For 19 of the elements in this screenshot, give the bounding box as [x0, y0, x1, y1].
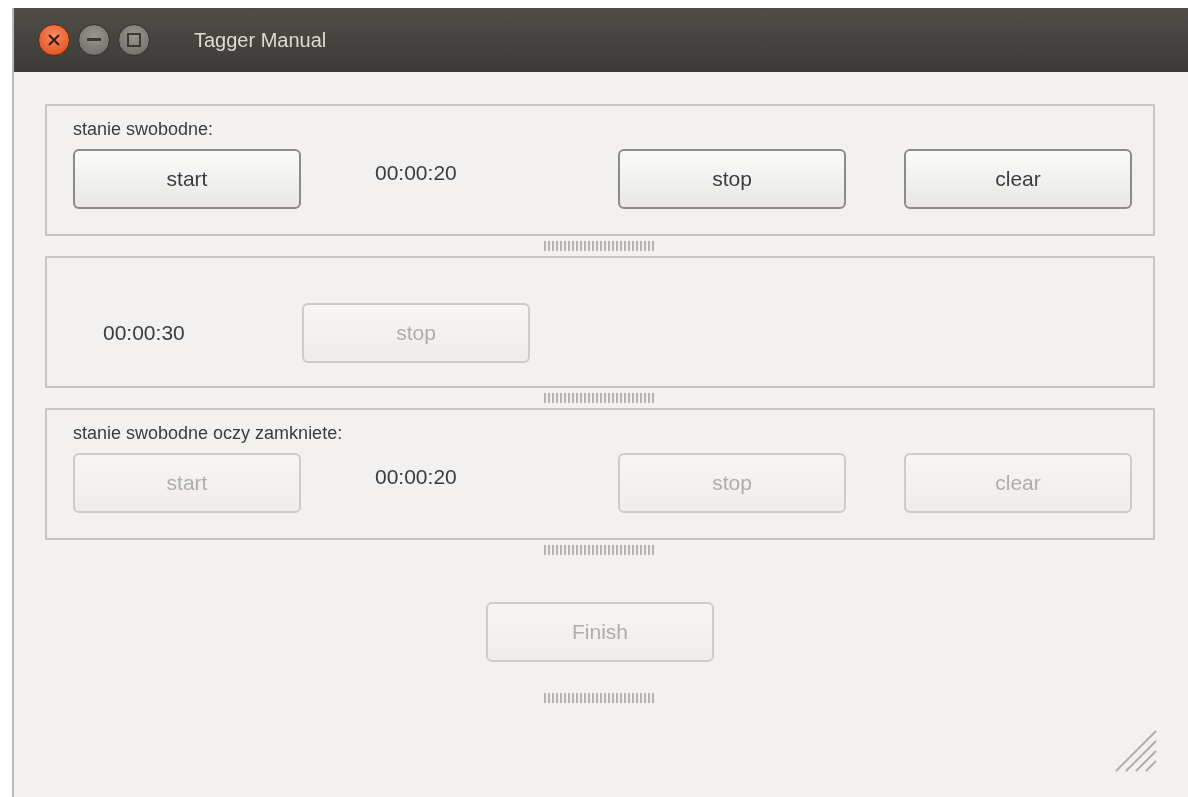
- section-label: stanie swobodne:: [73, 119, 214, 139]
- minimize-icon: [87, 38, 101, 42]
- maximize-icon: [127, 33, 141, 47]
- maximize-button[interactable]: [118, 24, 150, 56]
- splitter-handle[interactable]: [544, 241, 656, 251]
- clear-button[interactable]: clear: [904, 149, 1132, 209]
- minimize-button[interactable]: [78, 24, 110, 56]
- splitter-handle[interactable]: [544, 693, 656, 703]
- section-label: stanie swobodne oczy zamkniete:: [73, 423, 343, 443]
- splitter-handle[interactable]: [544, 393, 656, 403]
- close-button[interactable]: [38, 24, 70, 56]
- stop-button[interactable]: stop: [618, 149, 846, 209]
- start-button[interactable]: start: [73, 149, 301, 209]
- splitter-handle[interactable]: [544, 545, 656, 555]
- timer-text: 00:00:30: [103, 321, 186, 345]
- timer-text: 00:00:20: [375, 161, 458, 185]
- close-icon: [47, 33, 61, 47]
- timer-text: 00:00:20: [375, 465, 458, 489]
- window-title: Tagger Manual: [194, 28, 327, 52]
